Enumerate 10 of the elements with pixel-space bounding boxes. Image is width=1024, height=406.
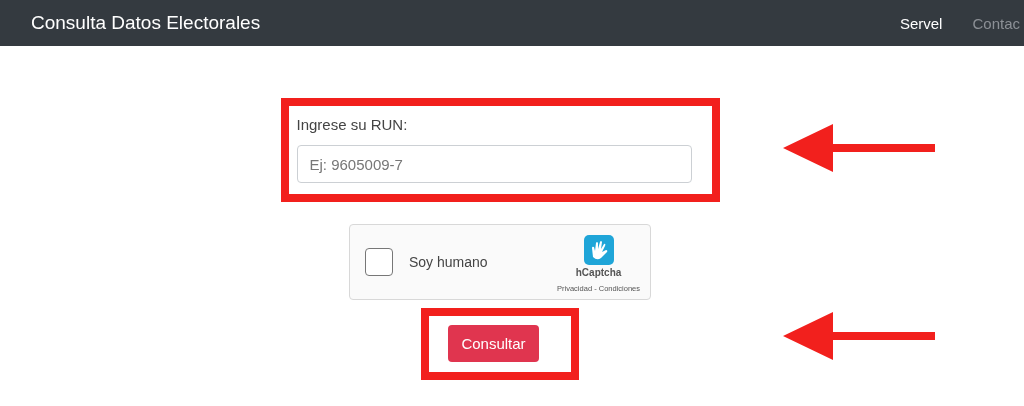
nav-link[interactable]: Servel	[899, 14, 943, 32]
checkbox[interactable]	[365, 248, 393, 276]
field-label: Ingrese su RUN:	[296, 115, 409, 135]
run-input-field[interactable]: Ej: 9605009-7	[296, 145, 692, 183]
site-title: Consulta Datos Electorales	[31, 12, 262, 34]
nav-link[interactable]: Contac	[972, 14, 1020, 32]
captcha-label: Soy humano	[409, 254, 489, 270]
captcha-brand: hCaptcha	[575, 267, 622, 278]
hand-icon	[582, 235, 615, 265]
submit-button[interactable]: Consultar	[448, 325, 539, 362]
